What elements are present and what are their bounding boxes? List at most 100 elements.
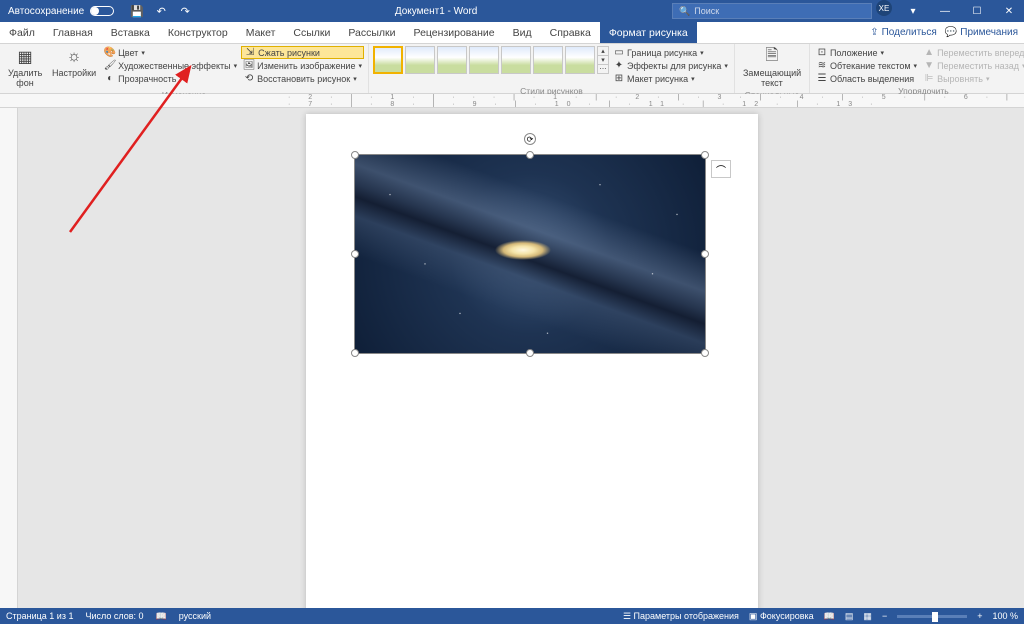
tab-references[interactable]: Ссылки bbox=[284, 22, 339, 43]
picture-border-button[interactable]: ▭Граница рисунка▾ bbox=[611, 46, 730, 59]
tab-help[interactable]: Справка bbox=[541, 22, 600, 43]
change-image-button[interactable]: 🖼Изменить изображение▾ bbox=[241, 59, 364, 72]
page-indicator[interactable]: Страница 1 из 1 bbox=[6, 611, 73, 621]
share-button[interactable]: ⇪Поделиться bbox=[870, 27, 937, 38]
style-thumb-7[interactable] bbox=[565, 46, 595, 74]
group-arrange: ⊡Положение▾ ≋Обтекание текстом▾ ☰Область… bbox=[810, 44, 1024, 93]
style-thumb-4[interactable] bbox=[469, 46, 499, 74]
view-web-icon[interactable]: ▦ bbox=[863, 611, 872, 622]
rotate-handle[interactable]: ⟳ bbox=[524, 133, 536, 145]
zoom-level[interactable]: 100 % bbox=[992, 611, 1018, 621]
spell-check-icon[interactable]: 📖 bbox=[156, 611, 167, 622]
adjustments-label: Настройки bbox=[52, 68, 96, 78]
alt-text-label: Замещающий текст bbox=[743, 68, 801, 88]
resize-handle-bm[interactable] bbox=[526, 349, 534, 357]
picture-styles-gallery[interactable]: ▴▾⋯ bbox=[373, 46, 609, 74]
tab-review[interactable]: Рецензирование bbox=[405, 22, 504, 43]
language-indicator[interactable]: русский bbox=[179, 611, 211, 621]
ribbon-options-icon[interactable]: ▾ bbox=[898, 0, 928, 22]
quick-access-toolbar: 💾 ↶ ↷ bbox=[122, 4, 200, 18]
titlebar: Автосохранение 💾 ↶ ↷ Документ1 - Word 🔍 … bbox=[0, 0, 1024, 22]
layout-options-button[interactable]: ⌒ bbox=[711, 160, 731, 178]
adjustments-button[interactable]: ☼ Настройки bbox=[48, 46, 100, 79]
tab-mailings[interactable]: Рассылки bbox=[339, 22, 404, 43]
undo-icon[interactable]: ↶ bbox=[154, 4, 168, 18]
display-params[interactable]: ☰ Параметры отображения bbox=[623, 611, 739, 622]
zoom-in-button[interactable]: + bbox=[977, 611, 982, 621]
remove-bg-label: Удалить фон bbox=[8, 68, 42, 88]
autosave-toggle[interactable]: Автосохранение bbox=[0, 6, 122, 17]
selected-image[interactable]: ⟳ ⌒ bbox=[354, 154, 706, 354]
align-button[interactable]: ⊫Выровнять▾ bbox=[921, 72, 1024, 85]
wrap-text-button[interactable]: ≋Обтекание текстом▾ bbox=[814, 59, 919, 72]
resize-handle-ml[interactable] bbox=[351, 250, 359, 258]
position-button[interactable]: ⊡Положение▾ bbox=[814, 46, 919, 59]
tab-file[interactable]: Файл bbox=[0, 22, 44, 43]
search-placeholder: Поиск bbox=[694, 6, 719, 16]
word-count[interactable]: Число слов: 0 bbox=[85, 611, 143, 621]
document-page[interactable]: ⟳ ⌒ bbox=[306, 114, 758, 608]
tab-design[interactable]: Конструктор bbox=[159, 22, 237, 43]
tab-view[interactable]: Вид bbox=[504, 22, 541, 43]
selection-pane-button[interactable]: ☰Область выделения bbox=[814, 72, 919, 85]
ribbon: ▦ Удалить фон ☼ Настройки 🎨Цвет▾ 🖌Художе… bbox=[0, 44, 1024, 94]
effects-icon: ✦ bbox=[613, 60, 625, 72]
window-controls: XE ▾ — ☐ ✕ bbox=[872, 0, 1024, 22]
share-icon: ⇪ bbox=[870, 27, 878, 38]
search-icon: 🔍 bbox=[679, 6, 690, 17]
forward-icon: ▲ bbox=[923, 47, 935, 59]
reset-icon: ⟲ bbox=[243, 73, 255, 85]
resize-handle-br[interactable] bbox=[701, 349, 709, 357]
gallery-more-button[interactable]: ▴▾⋯ bbox=[597, 46, 609, 74]
zoom-out-button[interactable]: − bbox=[882, 611, 887, 621]
tab-layout[interactable]: Макет bbox=[237, 22, 285, 43]
picture-effects-button[interactable]: ✦Эффекты для рисунка▾ bbox=[611, 59, 730, 72]
canvas-area[interactable]: ⟳ ⌒ bbox=[18, 108, 1024, 608]
remove-bg-button[interactable]: ▦ Удалить фон bbox=[4, 46, 46, 89]
save-icon[interactable]: 💾 bbox=[130, 4, 144, 18]
color-button[interactable]: 🎨Цвет▾ bbox=[102, 46, 239, 59]
resize-handle-bl[interactable] bbox=[351, 349, 359, 357]
compress-icon: ⇲ bbox=[244, 47, 256, 59]
alt-text-icon: 🗎 bbox=[762, 47, 782, 67]
picture-layout-button[interactable]: ⊞Макет рисунка▾ bbox=[611, 72, 730, 85]
tab-home[interactable]: Главная bbox=[44, 22, 102, 43]
remove-bg-icon: ▦ bbox=[15, 47, 35, 67]
backward-icon: ▼ bbox=[923, 60, 935, 72]
transparency-button[interactable]: ◐Прозрачность▾ bbox=[102, 72, 239, 85]
zoom-slider[interactable] bbox=[897, 615, 967, 618]
align-icon: ⊫ bbox=[923, 73, 935, 85]
compress-pictures-button[interactable]: ⇲Сжать рисунки bbox=[241, 46, 364, 59]
resize-handle-mr[interactable] bbox=[701, 250, 709, 258]
tab-picture-format[interactable]: Формат рисунка bbox=[600, 22, 697, 43]
minimize-icon[interactable]: — bbox=[930, 0, 960, 22]
user-avatar[interactable]: XE bbox=[876, 0, 892, 16]
toggle-switch[interactable] bbox=[90, 6, 114, 16]
style-thumb-2[interactable] bbox=[405, 46, 435, 74]
comments-button[interactable]: 💬Примечания bbox=[945, 27, 1018, 38]
alt-text-button[interactable]: 🗎 Замещающий текст bbox=[739, 46, 805, 89]
send-backward-button[interactable]: ▼Переместить назад▾ bbox=[921, 59, 1024, 72]
search-input[interactable]: 🔍 Поиск bbox=[672, 3, 872, 19]
redo-icon[interactable]: ↷ bbox=[178, 4, 192, 18]
artistic-button[interactable]: 🖌Художественные эффекты▾ bbox=[102, 59, 239, 72]
tab-insert[interactable]: Вставка bbox=[102, 22, 159, 43]
focus-mode[interactable]: ▣ Фокусировка bbox=[749, 611, 814, 622]
document-title: Документ1 - Word bbox=[200, 6, 672, 17]
transparency-icon: ◐ bbox=[104, 73, 116, 85]
brightness-icon: ☼ bbox=[64, 47, 84, 67]
view-read-icon[interactable]: 📖 bbox=[824, 611, 835, 622]
group-styles: ▴▾⋯ ▭Граница рисунка▾ ✦Эффекты для рисун… bbox=[369, 44, 735, 93]
style-thumb-6[interactable] bbox=[533, 46, 563, 74]
style-thumb-3[interactable] bbox=[437, 46, 467, 74]
maximize-icon[interactable]: ☐ bbox=[962, 0, 992, 22]
reset-picture-button[interactable]: ⟲Восстановить рисунок▾ bbox=[241, 72, 364, 85]
resize-handle-tm[interactable] bbox=[526, 151, 534, 159]
resize-handle-tr[interactable] bbox=[701, 151, 709, 159]
style-thumb-1[interactable] bbox=[373, 46, 403, 74]
style-thumb-5[interactable] bbox=[501, 46, 531, 74]
view-print-icon[interactable]: ▤ bbox=[845, 611, 854, 622]
bring-forward-button[interactable]: ▲Переместить вперед▾ bbox=[921, 46, 1024, 59]
resize-handle-tl[interactable] bbox=[351, 151, 359, 159]
close-icon[interactable]: ✕ bbox=[994, 0, 1024, 22]
